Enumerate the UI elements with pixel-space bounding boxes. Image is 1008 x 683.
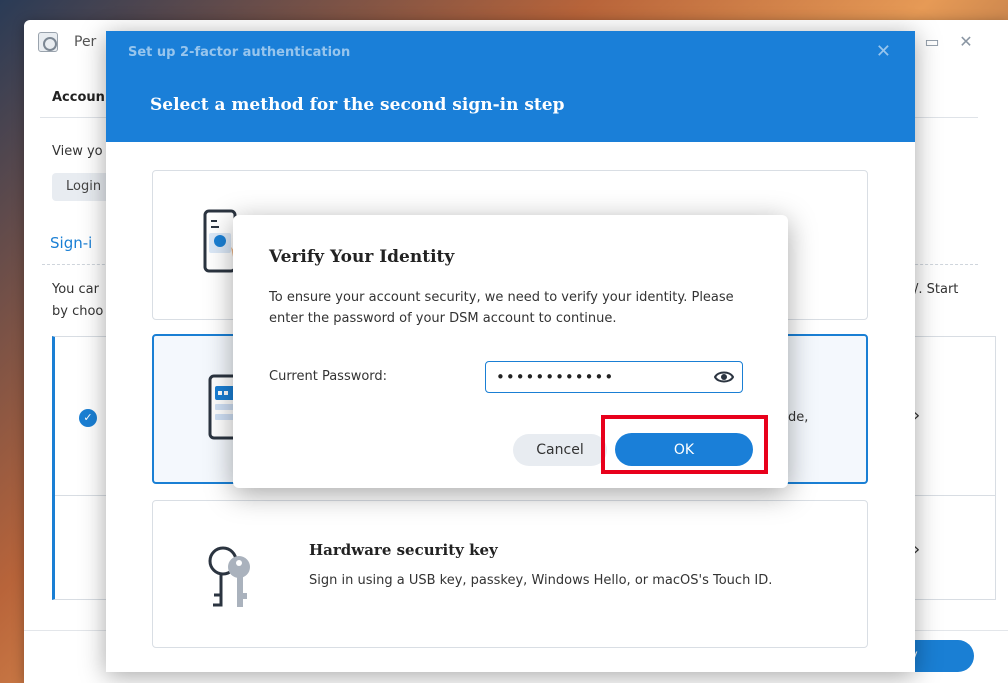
password-input[interactable]	[496, 367, 706, 387]
window-title: Per	[74, 34, 97, 50]
desc-line-1-left: You car	[52, 282, 99, 297]
modal-body: To ensure your account security, we need…	[269, 290, 734, 326]
password-field-wrapper	[485, 361, 743, 393]
password-label: Current Password:	[269, 369, 388, 384]
dialog-header: Set up 2-factor authentication ✕ Select …	[106, 31, 915, 142]
cancel-button[interactable]: Cancel	[513, 434, 607, 466]
maximize-icon[interactable]: ▭	[920, 30, 944, 54]
check-icon: ✓	[79, 409, 97, 427]
modal-title: Verify Your Identity	[269, 247, 455, 267]
card-title: Hardware security key	[309, 541, 498, 559]
keys-icon	[208, 546, 250, 607]
dialog-heading: Select a method for the second sign-in s…	[150, 95, 565, 115]
close-icon[interactable]: ✕	[876, 41, 891, 62]
tab-account[interactable]: Accoun	[52, 90, 105, 105]
card-desc-tail: de,	[788, 410, 809, 425]
view-text: View yo	[52, 144, 103, 159]
close-icon[interactable]: ✕	[954, 30, 978, 54]
verify-identity-modal: Verify Your Identity To ensure your acco…	[233, 215, 788, 488]
card-desc: Sign in using a USB key, passkey, Window…	[309, 573, 773, 588]
section-sign-in: Sign-i	[50, 234, 93, 252]
method-card-hardware-key[interactable]: Hardware security key Sign in using a US…	[152, 500, 868, 648]
desc-line-2-left: by choo	[52, 304, 104, 319]
app-icon	[38, 32, 58, 52]
desc-line-1-right: /. Start	[914, 282, 959, 297]
ok-button[interactable]: OK	[615, 433, 753, 466]
dialog-supertitle: Set up 2-factor authentication	[128, 45, 351, 60]
eye-icon[interactable]	[714, 369, 734, 385]
